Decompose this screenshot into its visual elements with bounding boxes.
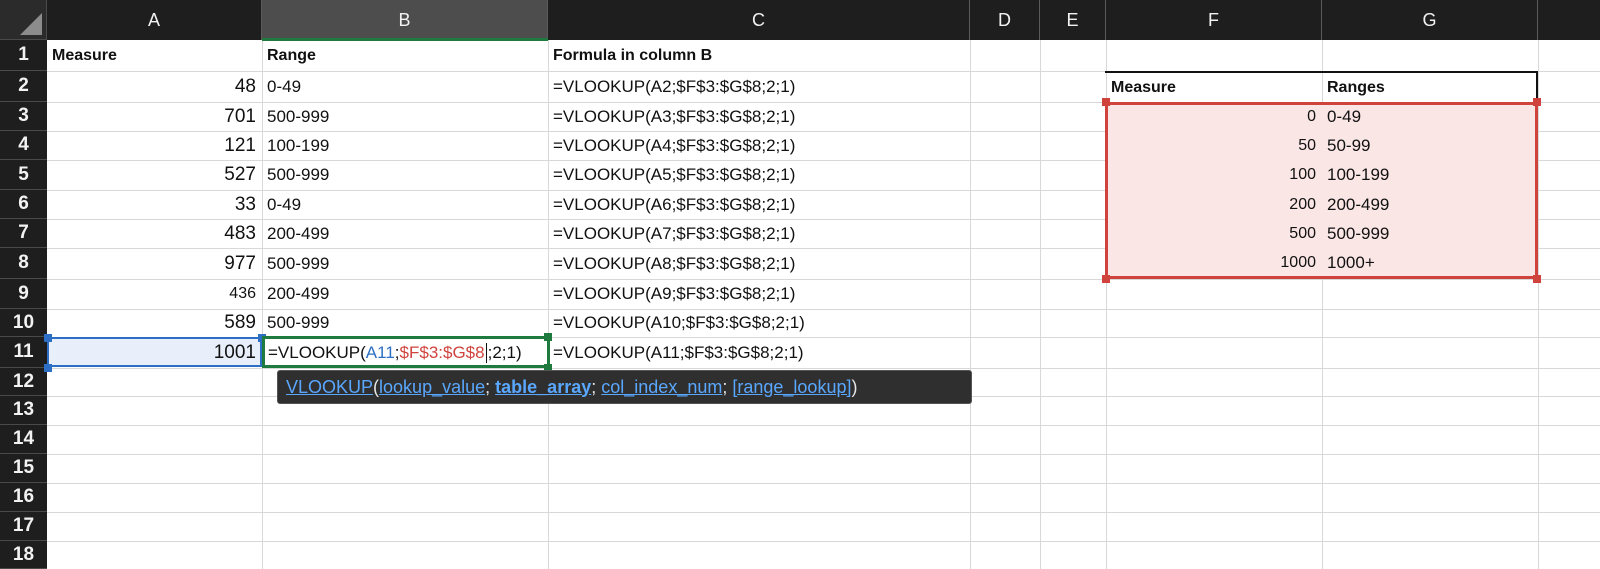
formula-ref-table: $F$3:$G$8 [399, 343, 485, 362]
function-signature-tooltip: VLOOKUP(lookup_value; table_array; col_i… [277, 370, 972, 404]
reference-handle[interactable] [44, 364, 52, 372]
cell-c8[interactable]: =VLOOKUP(A8;$F$3:$G$8;2;1) [548, 248, 970, 279]
row-header-1[interactable]: 1 [0, 40, 47, 71]
header-formula[interactable]: Formula in column B [548, 40, 970, 71]
cell-a2[interactable]: 48 [47, 71, 262, 102]
row-header-17[interactable]: 17 [0, 512, 47, 541]
reference-highlight-table-array [1105, 102, 1538, 279]
tooltip-function-link[interactable]: VLOOKUP [286, 377, 373, 398]
row-header-10[interactable]: 10 [0, 309, 47, 337]
tooltip-param-range-lookup[interactable]: [range_lookup] [732, 377, 851, 398]
tooltip-close-paren: ) [851, 376, 858, 397]
select-all-button[interactable] [0, 0, 47, 40]
cell-b2[interactable]: 0-49 [262, 71, 548, 102]
cell-a7[interactable]: 483 [47, 219, 262, 248]
cell-a4[interactable]: 121 [47, 131, 262, 160]
cell-c7[interactable]: =VLOOKUP(A7;$F$3:$G$8;2;1) [548, 219, 970, 248]
gridline [1040, 40, 1041, 569]
row-header-14[interactable]: 14 [0, 425, 47, 454]
cell-g2[interactable]: Ranges [1322, 73, 1538, 102]
row-header-13[interactable]: 13 [0, 396, 47, 425]
row-header-4[interactable]: 4 [0, 131, 47, 160]
reference-handle[interactable] [1102, 275, 1110, 283]
formula-ref-a11: A11 [365, 343, 395, 362]
row-header-6[interactable]: 6 [0, 190, 47, 219]
column-header-e[interactable]: E [1040, 0, 1106, 40]
cell-b3[interactable]: 500-999 [262, 102, 548, 131]
row-header-2[interactable]: 2 [0, 71, 47, 102]
row-header-16[interactable]: 16 [0, 483, 47, 512]
row-header-9[interactable]: 9 [0, 279, 47, 309]
column-header-overflow [1538, 0, 1600, 40]
row-header-12[interactable]: 12 [0, 368, 47, 396]
formula-prefix: =VLOOKUP( [268, 343, 366, 362]
cell-resize-handle[interactable] [544, 333, 552, 341]
formula-edit-text[interactable]: =VLOOKUP( A11 ; $F$3:$G$8 ;2;1) [268, 338, 522, 368]
cell-a10[interactable]: 589 [47, 309, 262, 337]
column-header-c[interactable]: C [548, 0, 970, 40]
cell-a11[interactable]: 1001 [47, 337, 262, 368]
gridline [1538, 40, 1539, 569]
cell-a8[interactable]: 977 [47, 248, 262, 279]
column-header-b[interactable]: B [262, 0, 548, 40]
text-caret [485, 343, 487, 363]
tooltip-param-table-array[interactable]: table_array [495, 377, 591, 398]
gridline [47, 541, 1600, 542]
tooltip-sep: ; [591, 376, 597, 397]
tooltip-param-lookup-value[interactable]: lookup_value [379, 377, 485, 398]
column-header-a[interactable]: A [47, 0, 262, 40]
reference-handle[interactable] [1533, 98, 1541, 106]
cell-a9[interactable]: 436 [47, 279, 262, 309]
row-header-15[interactable]: 15 [0, 454, 47, 483]
cell-c10[interactable]: =VLOOKUP(A10;$F$3:$G$8;2;1) [548, 309, 970, 337]
cell-b9[interactable]: 200-499 [262, 279, 548, 309]
cell-c2[interactable]: =VLOOKUP(A2;$F$3:$G$8;2;1) [548, 71, 970, 102]
gridline [970, 40, 971, 569]
tooltip-param-col-index-num[interactable]: col_index_num [601, 377, 722, 398]
cell-a5[interactable]: 527 [47, 160, 262, 190]
cell-a6[interactable]: 33 [47, 190, 262, 219]
column-header-g[interactable]: G [1322, 0, 1538, 40]
column-header-d[interactable]: D [970, 0, 1040, 40]
cell-c4[interactable]: =VLOOKUP(A4;$F$3:$G$8;2;1) [548, 131, 970, 160]
gridline [47, 425, 1600, 426]
row-header-3[interactable]: 3 [0, 102, 47, 131]
cell-f2[interactable]: Measure [1106, 73, 1322, 102]
tooltip-sep: ; [485, 376, 491, 397]
gridline [47, 483, 1600, 484]
cell-b8[interactable]: 500-999 [262, 248, 548, 279]
cell-b10[interactable]: 500-999 [262, 309, 548, 337]
gridline [47, 368, 1600, 369]
reference-handle[interactable] [1102, 98, 1110, 106]
cell-c11[interactable]: =VLOOKUP(A11;$F$3:$G$8;2;1) [548, 337, 970, 368]
header-measure[interactable]: Measure [47, 40, 262, 71]
gridline [47, 454, 1600, 455]
row-header-7[interactable]: 7 [0, 219, 47, 248]
column-header-f[interactable]: F [1106, 0, 1322, 40]
gridline [47, 512, 1600, 513]
spreadsheet-grid: A B C D E F G 1 2 3 4 5 6 7 8 9 10 11 12… [0, 0, 1600, 569]
tooltip-sep: ; [722, 376, 728, 397]
reference-handle[interactable] [1533, 275, 1541, 283]
cell-a3[interactable]: 701 [47, 102, 262, 131]
row-header-8[interactable]: 8 [0, 248, 47, 279]
cell-b7[interactable]: 200-499 [262, 219, 548, 248]
cell-b5[interactable]: 500-999 [262, 160, 548, 190]
cell-c9[interactable]: =VLOOKUP(A9;$F$3:$G$8;2;1) [548, 279, 970, 309]
row-header-11[interactable]: 11 [0, 337, 47, 368]
row-header-5[interactable]: 5 [0, 160, 47, 190]
cell-b6[interactable]: 0-49 [262, 190, 548, 219]
row-header-18[interactable]: 18 [0, 541, 47, 569]
cell-c6[interactable]: =VLOOKUP(A6;$F$3:$G$8;2;1) [548, 190, 970, 219]
header-range[interactable]: Range [262, 40, 548, 71]
formula-rest: ;2;1) [487, 343, 522, 362]
cell-b4[interactable]: 100-199 [262, 131, 548, 160]
cell-c5[interactable]: =VLOOKUP(A5;$F$3:$G$8;2;1) [548, 160, 970, 190]
cell-c3[interactable]: =VLOOKUP(A3;$F$3:$G$8;2;1) [548, 102, 970, 131]
reference-handle[interactable] [44, 334, 52, 342]
